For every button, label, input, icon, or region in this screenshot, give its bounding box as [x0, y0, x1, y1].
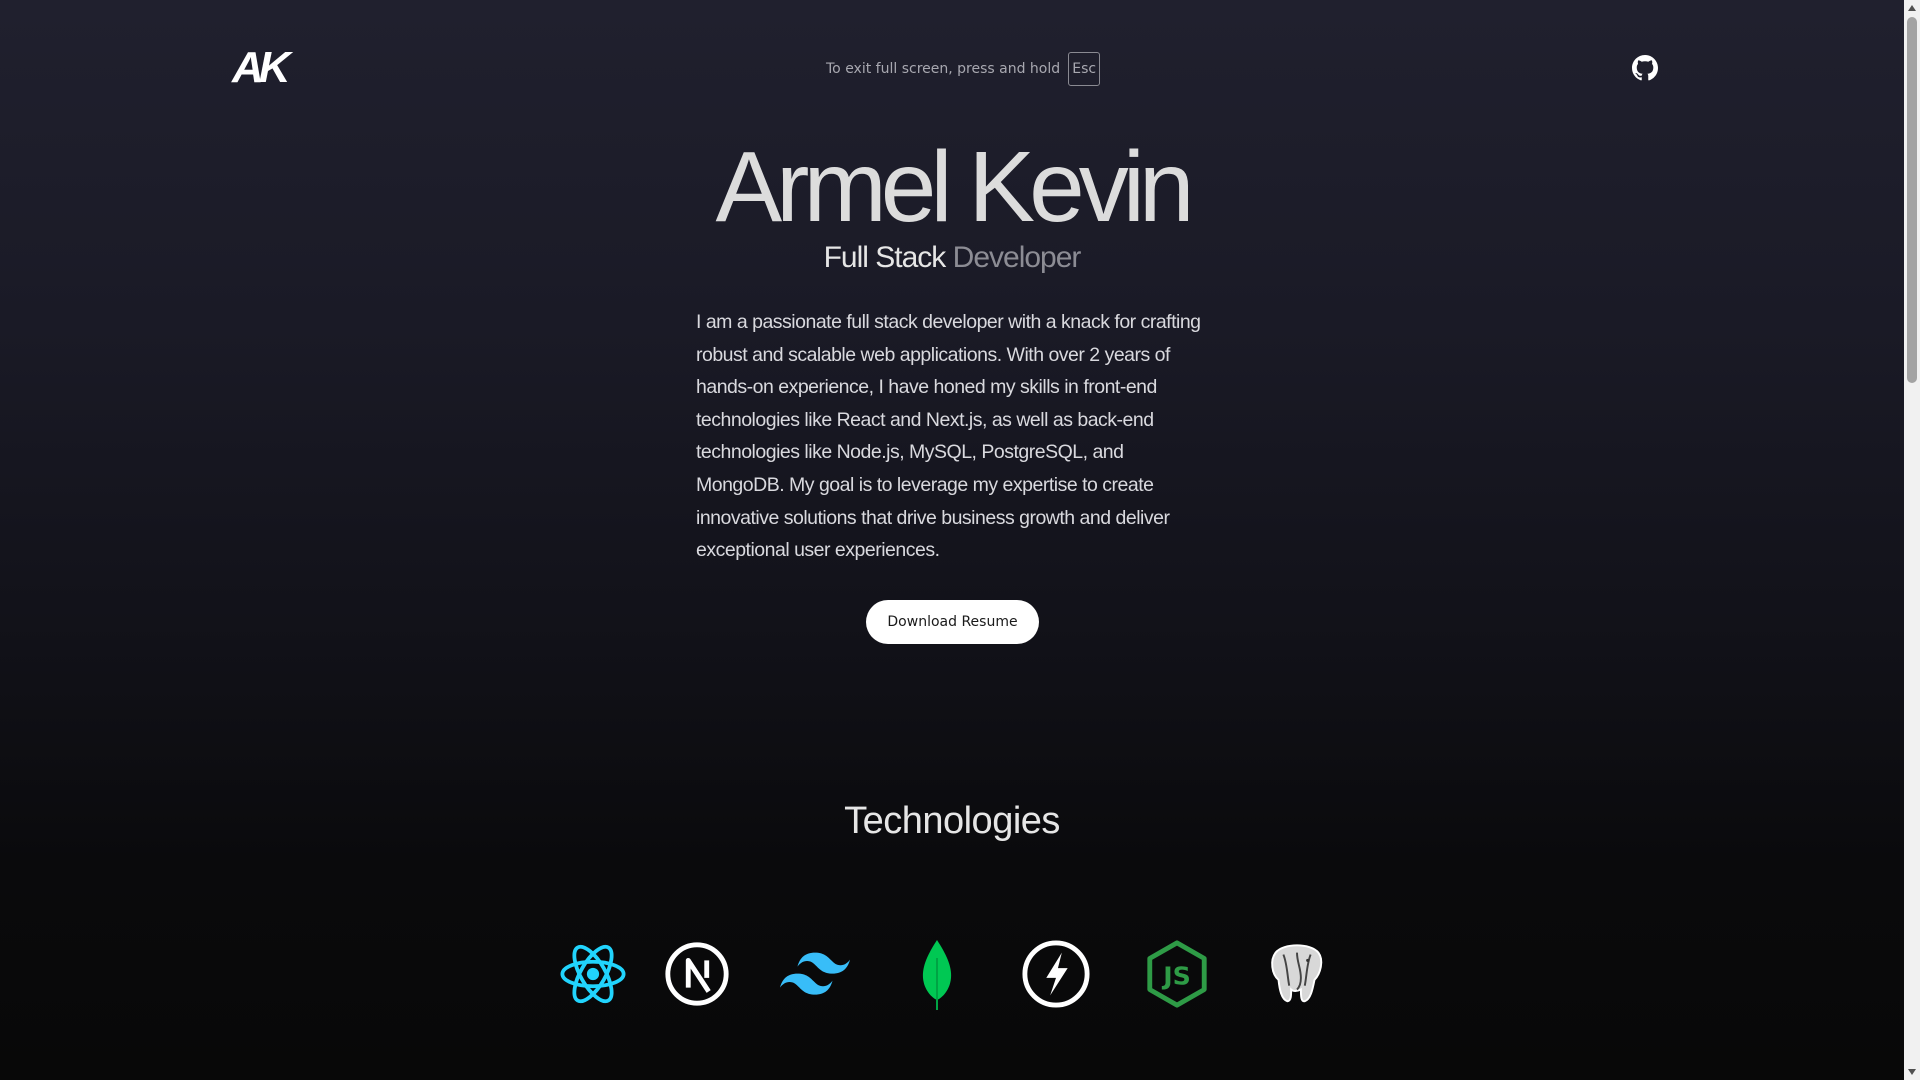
nodejs-icon: JS	[1142, 938, 1212, 1010]
esc-key-badge: Esc	[1068, 52, 1101, 86]
express-icon	[1021, 938, 1091, 1010]
hero-bio: I am a passionate full stack developer w…	[696, 311, 1201, 562]
react-icon	[558, 938, 628, 1010]
mongodb-icon	[902, 938, 972, 1010]
technologies-title: Technologies	[844, 800, 1060, 842]
vertical-scrollbar[interactable]	[1904, 0, 1920, 1080]
hero-role: Full Stack Developer	[0, 240, 1904, 276]
tailwind-icon	[780, 938, 850, 1010]
svg-text:JS: JS	[1161, 962, 1191, 991]
scroll-up-arrow-icon[interactable]	[1908, 5, 1916, 11]
nextjs-icon	[662, 938, 732, 1010]
fullscreen-notice: To exit full screen, press and hold Esc	[826, 52, 1101, 86]
scroll-down-arrow-icon[interactable]	[1908, 1069, 1916, 1075]
site-logo[interactable]: AK	[232, 46, 291, 90]
hero-name: Armel Kevin	[715, 131, 1194, 243]
fullscreen-notice-text: To exit full screen, press and hold	[826, 61, 1061, 77]
github-icon[interactable]	[1632, 55, 1658, 81]
role-part1: Full Stack	[823, 241, 947, 274]
portfolio-page: AK To exit full screen, press and hold E…	[0, 0, 1904, 1080]
role-part2: Developer	[952, 241, 1082, 274]
scrollbar-thumb[interactable]	[1907, 17, 1917, 383]
postgresql-icon	[1262, 938, 1332, 1010]
download-resume-button[interactable]: Download Resume	[866, 600, 1039, 644]
